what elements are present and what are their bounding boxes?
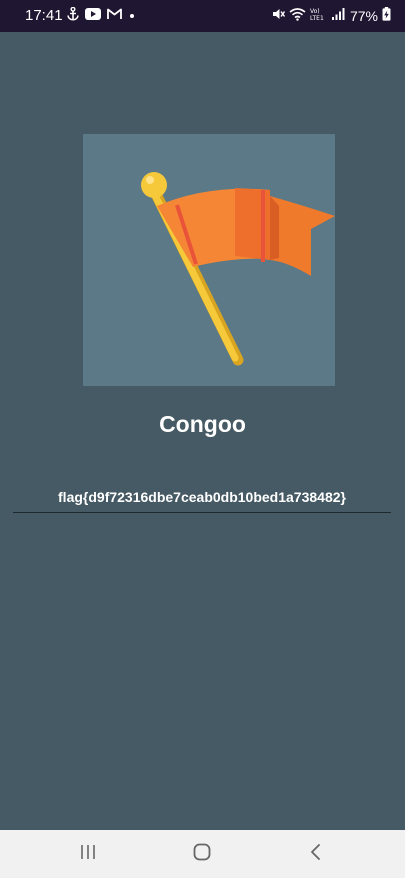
anchor-icon <box>67 6 79 26</box>
signal-icon <box>331 7 346 26</box>
recent-apps-icon <box>80 844 96 865</box>
flag-illustration <box>83 134 335 386</box>
main-content: Congoo flag{d9f72316dbe7ceab0db10bed1a73… <box>0 32 405 830</box>
system-icons: Vo) LTE1 77% <box>271 6 391 26</box>
svg-text:Vo): Vo) <box>310 8 320 15</box>
volte-icon: Vo) LTE1 <box>310 7 328 26</box>
battery-percentage: 77% <box>349 8 378 24</box>
flag-text-field[interactable]: flag{d9f72316dbe7ceab0db10bed1a738482} <box>13 484 391 513</box>
back-icon <box>309 843 323 866</box>
status-time: 17:41 <box>25 7 63 24</box>
app-title: Congoo <box>159 411 246 437</box>
gmail-icon <box>107 7 122 25</box>
home-icon <box>193 843 211 866</box>
youtube-icon <box>85 7 101 25</box>
navigation-bar <box>0 830 405 878</box>
mute-icon <box>271 7 286 26</box>
svg-text:LTE1: LTE1 <box>310 15 324 21</box>
status-bar: 17:41 Vo) LTE1 77% <box>0 0 405 32</box>
notification-icons <box>67 6 134 26</box>
flag-value: flag{d9f72316dbe7ceab0db10bed1a738482} <box>58 489 346 505</box>
battery-charging-icon <box>382 6 391 26</box>
recent-apps-button[interactable] <box>76 842 100 866</box>
more-notifications-dot <box>130 14 134 18</box>
home-button[interactable] <box>190 842 214 866</box>
wifi-icon <box>289 7 306 26</box>
back-button[interactable] <box>304 842 328 866</box>
